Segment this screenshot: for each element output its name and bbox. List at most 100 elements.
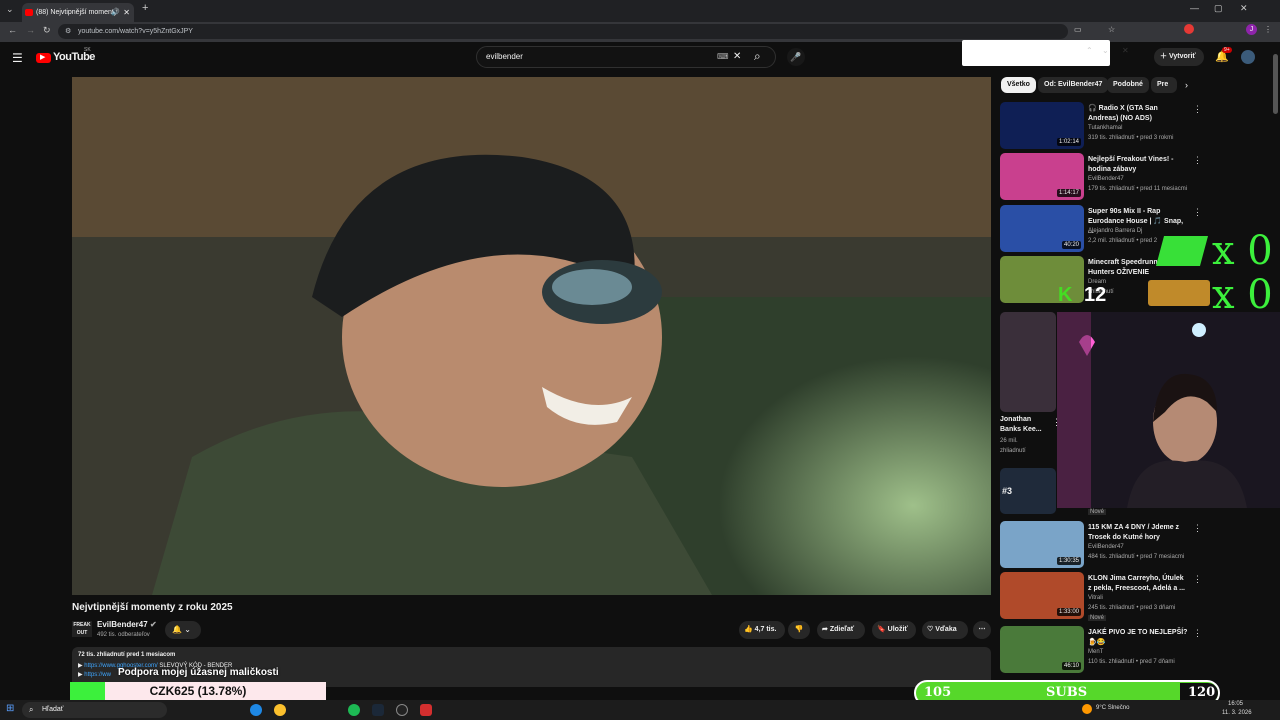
profile-avatar-icon[interactable]: J <box>1246 24 1257 35</box>
subs-goal: 120 <box>1188 685 1216 700</box>
channel-name[interactable]: EvilBender47 ✔ <box>97 620 157 629</box>
find-prev-icon[interactable]: ⌃ <box>1086 46 1093 55</box>
url-input[interactable]: ⚙ youtube.com/watch?v=y5hZntGxJPY <box>58 24 1068 39</box>
recommended-video[interactable]: 1:14:17 Nejlepší Freakout Vines! - hodin… <box>1000 153 1202 201</box>
recommended-video[interactable]: 1:02:14 🎧 Radio X (GTA San Andreas) (NO … <box>1000 102 1202 150</box>
tab-title: (88) Nejvtipnější momenty <box>36 9 118 16</box>
video-meta: 179 tis. zhliadnutí • pred 11 mesiacmi <box>1088 186 1188 192</box>
search-icon[interactable]: ⌕ <box>754 49 761 64</box>
weather-text[interactable]: 9°C Slnečno <box>1096 705 1129 711</box>
sun-icon <box>1082 704 1092 714</box>
more-options-icon[interactable]: ⋮ <box>1193 207 1202 218</box>
recommended-video[interactable]: 1:33:00 KLON Jima Carreyho, Útulek z pek… <box>1000 572 1202 621</box>
video-thumbnail: 1:14:17 <box>1000 153 1084 200</box>
short-title[interactable]: Jonathan Banks Kee... <box>1000 415 1054 435</box>
spotify-icon[interactable] <box>348 704 360 716</box>
hamburger-menu-icon[interactable]: ☰ <box>12 51 23 65</box>
video-title: Nejvtipnější momenty z roku 2025 <box>72 602 233 613</box>
new-badge: Nové <box>1088 615 1107 621</box>
chip-from-channel[interactable]: Od: EvilBender47 <box>1038 77 1109 93</box>
save-button[interactable]: 🔖 Uložiť <box>872 621 916 639</box>
chip-all[interactable]: Všetko <box>1001 77 1036 93</box>
more-options-icon[interactable]: ⋮ <box>1193 574 1202 585</box>
extension-icon[interactable] <box>1184 24 1194 34</box>
menu-kebab-icon[interactable]: ⋮ <box>1264 25 1272 34</box>
description-link-2[interactable]: https://ww <box>84 672 111 678</box>
more-options-icon[interactable]: ⋮ <box>1193 104 1202 115</box>
find-next-icon[interactable]: ⌄ <box>1102 46 1109 55</box>
search-input[interactable]: evilbender ⌨ ✕ <box>476 46 776 68</box>
subscription-bell-button[interactable]: 🔔 ⌄ <box>165 621 201 639</box>
video-title: KLON Jima Carreyho, Útulek z pekla, Free… <box>1088 575 1185 592</box>
kick-score: 12 <box>1084 284 1107 306</box>
page-scrollbar[interactable] <box>1273 44 1278 694</box>
account-avatar[interactable] <box>1241 50 1255 64</box>
short-thumbnail-2[interactable]: #3 <box>1000 468 1056 514</box>
create-label: Vytvoriť <box>1168 53 1196 60</box>
speaker-icon[interactable]: 🔊 <box>111 3 120 22</box>
video-player[interactable] <box>72 77 991 595</box>
install-icon[interactable]: ▭ <box>1074 25 1082 34</box>
video-title: 🎧 Radio X (GTA San Andreas) (NO ADS) <box>1088 105 1158 122</box>
browser-tab[interactable]: (88) Nejvtipnější momenty 🔊 ✕ <box>22 3 134 22</box>
video-stats: 72 tis. zhliadnutí pred 1 mesiacom <box>78 652 176 658</box>
steam-icon[interactable] <box>372 704 384 716</box>
video-meta: 245 tis. zhliadnutí • pred 3 dňami <box>1088 605 1176 611</box>
play-triangle-icon: ▶ <box>40 54 46 61</box>
more-actions-button[interactable]: ⋯ <box>973 621 991 639</box>
browser-tab-bar: ⌄ (88) Nejvtipnější momenty 🔊 ✕ + — ▢ ✕ <box>0 0 1280 22</box>
minimize-icon[interactable]: — <box>1190 3 1199 13</box>
chip-for-you[interactable]: Pre v <box>1151 77 1177 93</box>
clock-date[interactable]: 11. 3. 2026 <box>1222 710 1252 716</box>
create-button[interactable]: ＋ Vytvoriť <box>1154 48 1204 66</box>
video-duration: 1:30:35 <box>1056 557 1081 565</box>
video-duration: 46:10 <box>1061 662 1081 670</box>
taskbar-search-label: Hľadať <box>42 706 64 713</box>
video-channel: MenT <box>1088 649 1104 655</box>
window-close-icon[interactable]: ✕ <box>1240 3 1248 14</box>
clock-time[interactable]: 16:05 <box>1228 701 1243 707</box>
recommended-video[interactable]: 46:10 JAKÉ PIVO JE TO NEJLEPŠÍ? 🍺😂 MenT … <box>1000 626 1202 674</box>
thumbs-down-icon: 👎 <box>794 626 804 633</box>
chips-next-icon[interactable]: › <box>1185 80 1188 90</box>
more-options-icon[interactable]: ⋮ <box>1193 155 1202 166</box>
chip-related[interactable]: Podobné <box>1107 77 1149 93</box>
dislike-button[interactable]: 👎 <box>788 621 810 639</box>
thanks-button[interactable]: ♡ Vďaka <box>922 621 968 639</box>
counter-1: x 0 <box>1212 228 1273 274</box>
video-thumbnail: 46:10 <box>1000 626 1084 673</box>
chrome-icon[interactable] <box>274 704 286 716</box>
microphone-icon[interactable]: 🎤 <box>787 48 805 66</box>
new-tab-icon[interactable]: + <box>142 2 148 14</box>
more-options-icon[interactable]: ⋮ <box>1193 523 1202 534</box>
taskbar-search[interactable]: ⌕ Hľadať <box>22 702 167 718</box>
scrollbar-thumb[interactable] <box>1273 54 1278 114</box>
verified-icon: ✔ <box>149 620 157 629</box>
back-icon[interactable]: ← <box>8 25 17 35</box>
maximize-icon[interactable]: ▢ <box>1214 3 1223 14</box>
tab-list-icon[interactable]: ⌄ <box>6 4 14 15</box>
recommended-video[interactable]: 1:30:35 115 KM ZA 4 DNY / Jdeme z Trosek… <box>1000 521 1202 569</box>
bookmark-star-icon[interactable]: ☆ <box>1108 25 1115 34</box>
url-text: youtube.com/watch?v=y5hZntGxJPY <box>78 28 193 35</box>
site-info-icon[interactable]: ⚙ <box>65 24 71 39</box>
forward-icon[interactable]: → <box>26 25 35 35</box>
tab-close-icon[interactable]: ✕ <box>123 3 130 22</box>
more-options-icon[interactable]: ⋮ <box>1193 628 1202 639</box>
edge-icon[interactable] <box>250 704 262 716</box>
find-close-icon[interactable]: ✕ <box>1122 46 1129 55</box>
share-button[interactable]: ➦ Zdieľať <box>817 621 865 639</box>
find-bar[interactable]: ⌃ ⌄ ✕ <box>962 40 1129 66</box>
obs-icon[interactable] <box>396 704 408 716</box>
start-icon[interactable]: ⊞ <box>6 703 14 714</box>
short-thumbnail[interactable] <box>1000 312 1056 412</box>
app-icon[interactable] <box>420 704 432 716</box>
clear-search-icon[interactable]: ✕ <box>733 47 741 67</box>
like-button[interactable]: 👍 4,7 tis. <box>739 621 785 639</box>
notification-badge: 9+ <box>1222 47 1232 53</box>
video-frame <box>72 77 991 595</box>
reload-icon[interactable]: ↻ <box>43 25 51 36</box>
keyboard-icon[interactable]: ⌨ <box>717 47 729 67</box>
drinks-image <box>1148 280 1210 306</box>
channel-avatar[interactable]: FREAK OUT <box>72 621 92 637</box>
